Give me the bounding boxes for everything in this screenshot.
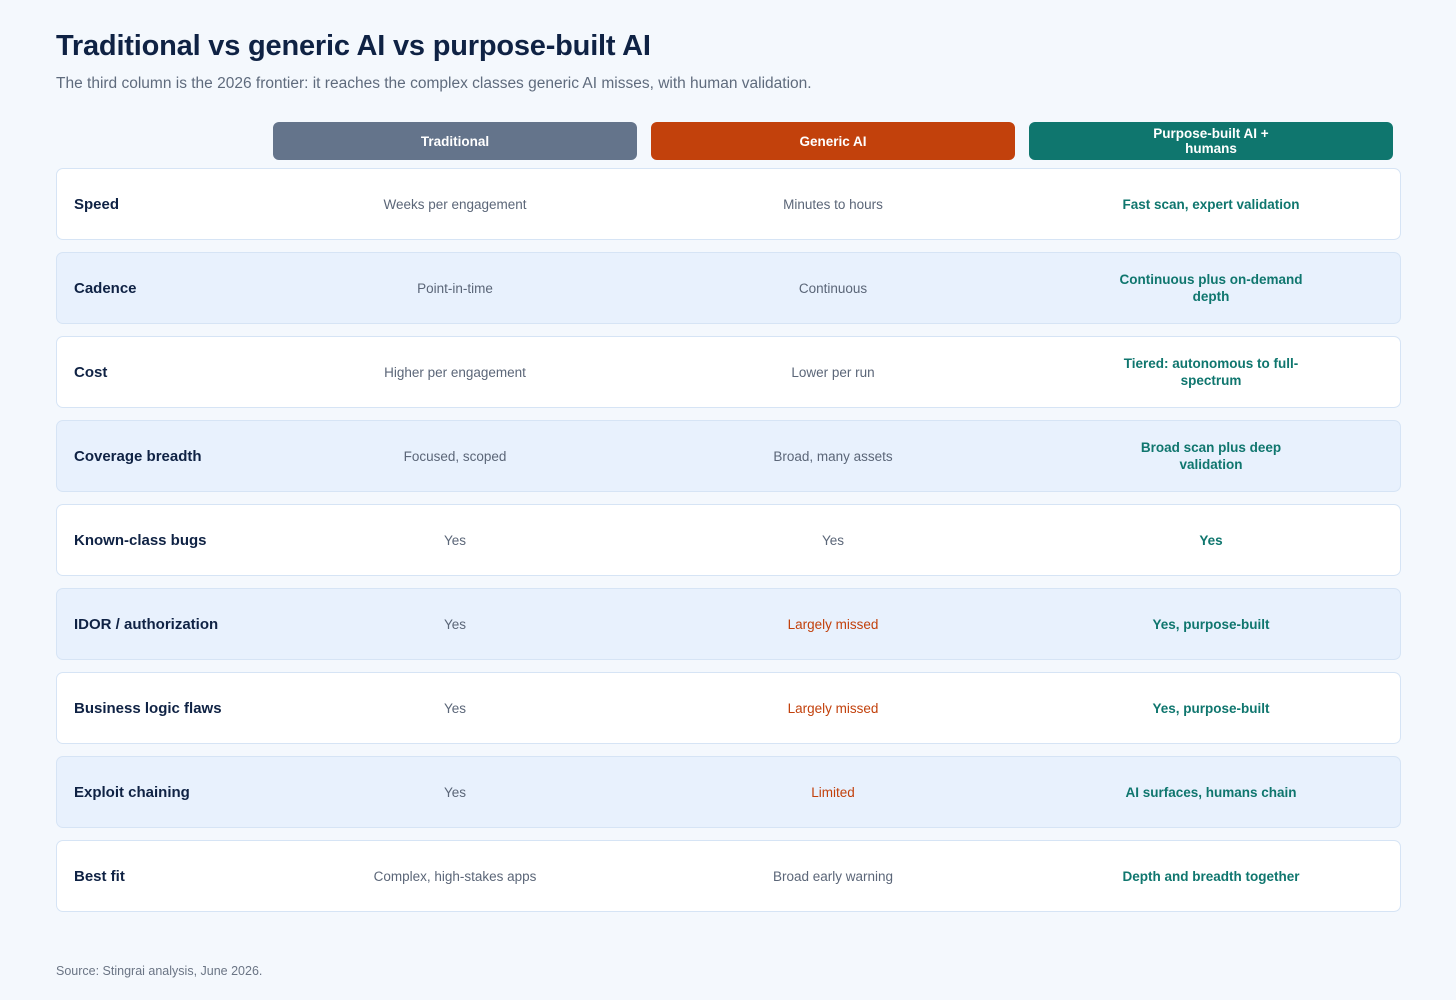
cell-traditional: Yes: [443, 700, 467, 716]
column-header-generic-ai: Generic AI: [651, 122, 1015, 160]
cell-traditional: Higher per engagement: [384, 364, 526, 380]
cell-generic-ai: Lower per run: [791, 364, 875, 380]
cell-traditional: Complex, high-stakes apps: [373, 868, 537, 884]
cell-purpose-built: AI surfaces, humans chain: [1125, 784, 1297, 800]
row-label: Business logic flaws: [74, 699, 222, 717]
row-label: Speed: [74, 195, 120, 213]
cell-traditional: Point-in-time: [417, 280, 493, 296]
row-label: IDOR / authorization: [74, 615, 219, 633]
comparison-table: Speed Weeks per engagement Minutes to ho…: [56, 168, 1401, 924]
cell-traditional: Yes: [443, 616, 467, 632]
column-header-traditional: Traditional: [273, 122, 637, 160]
cell-generic-ai: Largely missed: [787, 616, 879, 632]
column-headers: Traditional Generic AI Purpose-built AI …: [273, 122, 1393, 160]
table-row-cost: Cost Higher per engagement Lower per run…: [56, 336, 1401, 408]
cell-generic-ai: Continuous: [798, 280, 868, 296]
table-row-known-class-bugs: Known-class bugs Yes Yes Yes: [56, 504, 1401, 576]
page-subtitle: The third column is the 2026 frontier: i…: [56, 75, 812, 92]
table-row-cadence: Cadence Point-in-time Continuous Continu…: [56, 252, 1401, 324]
table-row-business-logic-flaws: Business logic flaws Yes Largely missed …: [56, 672, 1401, 744]
row-label: Cadence: [74, 279, 137, 297]
cell-traditional: Yes: [443, 532, 467, 548]
cell-purpose-built: Fast scan, expert validation: [1122, 196, 1300, 212]
cell-purpose-built: Tiered: autonomous to full-spectrum: [1123, 356, 1299, 388]
table-row-speed: Speed Weeks per engagement Minutes to ho…: [56, 168, 1401, 240]
cell-purpose-built: Depth and breadth together: [1122, 868, 1300, 884]
row-label: Cost: [74, 363, 108, 381]
cell-traditional: Weeks per engagement: [383, 196, 527, 212]
table-row-exploit-chaining: Exploit chaining Yes Limited AI surfaces…: [56, 756, 1401, 828]
cell-purpose-built: Continuous plus on-demand depth: [1119, 272, 1303, 304]
cell-generic-ai: Broad early warning: [772, 868, 894, 884]
row-label: Known-class bugs: [74, 531, 207, 549]
cell-traditional: Yes: [443, 784, 467, 800]
cell-generic-ai: Largely missed: [787, 700, 879, 716]
cell-generic-ai: Broad, many assets: [773, 448, 893, 464]
page-title: Traditional vs generic AI vs purpose-bui…: [56, 30, 651, 62]
row-label: Exploit chaining: [74, 783, 190, 801]
column-header-purpose-built: Purpose-built AI + humans: [1029, 122, 1393, 160]
cell-generic-ai: Yes: [821, 532, 845, 548]
row-label: Coverage breadth: [74, 447, 202, 465]
row-label: Best fit: [74, 867, 125, 885]
cell-purpose-built: Yes, purpose-built: [1152, 616, 1270, 632]
cell-purpose-built: Broad scan plus deep validation: [1140, 440, 1282, 472]
cell-traditional: Focused, scoped: [403, 448, 507, 464]
table-row-coverage-breadth: Coverage breadth Focused, scoped Broad, …: [56, 420, 1401, 492]
table-row-best-fit: Best fit Complex, high-stakes apps Broad…: [56, 840, 1401, 912]
cell-generic-ai: Minutes to hours: [783, 196, 883, 212]
source-note: Source: Stingrai analysis, June 2026.: [56, 964, 263, 978]
cell-purpose-built: Yes, purpose-built: [1152, 700, 1270, 716]
cell-generic-ai: Limited: [811, 784, 855, 800]
cell-purpose-built: Yes: [1199, 532, 1223, 548]
table-row-idor-authorization: IDOR / authorization Yes Largely missed …: [56, 588, 1401, 660]
